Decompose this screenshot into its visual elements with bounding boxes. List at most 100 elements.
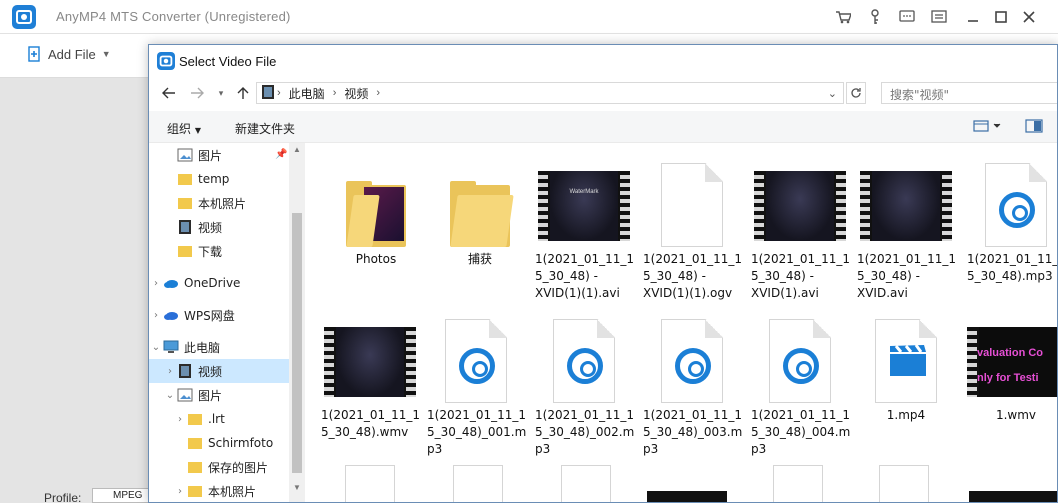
nav-item-saved-pictures[interactable]: 保存的图片 [149,455,289,479]
address-bar[interactable]: › 此电脑 › 视频 › ⌄ [256,82,844,104]
nav-item-temp[interactable]: temp [149,167,289,191]
new-folder-button[interactable]: 新建文件夹 [235,120,295,137]
preview-pane-icon[interactable] [1025,119,1043,136]
file-item-video[interactable]: WaterMark 1(2021_01_11_1 5_30_48) - XVID… [535,155,635,305]
file-item-audio[interactable]: 1(2021_01_11_1 5_30_48)_003.m p3 [643,311,742,461]
watermark-text: WaterMark [569,189,599,195]
app-title: AnyMP4 MTS Converter (Unregistered) [56,9,291,24]
key-icon[interactable] [864,6,886,28]
eval-text: valuation Co [977,347,1044,359]
feedback-icon[interactable] [896,6,918,28]
file-item-blank[interactable]: 1(2021_01_11_1 5_30_48) - XVID(1)(1).ogv [643,155,742,305]
nav-item-label: 下载 [198,244,223,259]
nav-item-label: OneDrive [184,276,241,290]
nav-scrollbar-thumb[interactable] [292,213,302,473]
file-item-partial[interactable] [345,465,395,502]
file-name: 1(2021_01_11_1 5_30_48) - XVID.avi [857,252,957,300]
back-arrow-icon[interactable] [159,84,179,102]
maximize-icon[interactable] [990,6,1012,28]
video-thumbnail [860,171,952,241]
nav-item-label: 本机照片 [208,484,257,499]
nav-item-videos-quick[interactable]: 视频 [149,215,289,239]
file-item-audio[interactable]: 1(2021_01_11_1 5_30_48)_001.m p3 [427,311,526,461]
profile-label: Profile: [44,491,82,503]
menu-icon[interactable] [928,6,950,28]
nav-item-this-pc[interactable]: ⌄ 此电脑 [149,335,289,359]
file-item-partial[interactable] [879,465,929,502]
view-options-icon[interactable] [973,119,1003,136]
chevron-right-icon[interactable]: › [163,366,177,377]
nav-item-label: Schirmfoto [208,436,274,450]
file-item-partial[interactable] [647,491,727,502]
file-item-partial[interactable] [561,465,611,502]
chevron-right-icon[interactable]: › [173,414,187,425]
file-name: 1(2021_01_11_1 5_30_48).mp3 [967,252,1058,283]
nav-item-downloads[interactable]: 下载 [149,239,289,263]
file-item-audio[interactable]: 1(2021_01_11_1 5_30_48)_004.m p3 [751,311,850,461]
chevron-down-icon: ▼ [101,49,111,59]
eval-text: nly for Testi [977,372,1039,384]
cart-icon[interactable] [832,6,854,28]
minimize-icon[interactable] [962,6,984,28]
refresh-icon[interactable] [846,82,866,104]
organize-button[interactable]: 组织 ▼ [167,120,201,137]
breadcrumb-videos[interactable]: 视频 [338,85,374,102]
scroll-up-icon[interactable]: ▲ [293,145,301,154]
file-item-video[interactable]: 1(2021_01_11_1 5_30_48).wmv [321,311,420,461]
chevron-right-icon[interactable]: › [149,310,163,321]
search-input[interactable]: 搜索"视频" [881,82,1057,104]
file-name: 1.wmv [995,408,1037,422]
nav-item-videos[interactable]: › 视频 [149,359,289,383]
file-item-partial[interactable] [453,465,503,502]
breadcrumb-this-pc[interactable]: 此电脑 [283,85,331,102]
forward-arrow-icon[interactable] [187,84,207,102]
up-arrow-icon[interactable] [233,84,253,102]
folder-icon [177,196,193,210]
nav-item-pictures[interactable]: ⌄ 图片 [149,383,289,407]
nav-item-label: 视频 [198,364,223,379]
chevron-down-icon[interactable]: ⌄ [149,342,163,353]
file-item-video[interactable]: 1(2021_01_11_1 5_30_48) - XVID(1).avi [751,155,850,305]
scroll-down-icon[interactable]: ▼ [293,483,301,492]
file-item-photos-folder[interactable]: Photos [327,155,425,305]
nav-item-local-photos-2[interactable]: › 本机照片 [149,479,289,502]
address-dropdown-icon[interactable]: ⌄ [828,87,837,100]
file-list: Photos 捕获 WaterMark 1(2021_01_11_1 5_30_… [307,143,1058,502]
pin-icon[interactable]: 📌 [275,149,287,160]
video-thumbnail: WaterMark [538,171,630,241]
chevron-down-icon[interactable]: ⌄ [163,390,177,401]
nav-item-schirmfoto[interactable]: Schirmfoto [149,431,289,455]
nav-item-wps-drive[interactable]: › WPS网盘 [149,303,289,327]
folder-icon [346,181,406,247]
add-file-button[interactable]: Add File ▼ [28,46,111,62]
nav-item-lrt[interactable]: › .lrt [149,407,289,431]
file-item-audio[interactable]: 1(2021_01_11_1 5_30_48)_002.m p3 [535,311,634,461]
nav-item-local-photos[interactable]: 本机照片 [149,191,289,215]
file-name: 1(2021_01_11_1 5_30_48) - XVID(1)(1).avi [535,252,635,300]
close-icon[interactable] [1018,6,1040,28]
profile-select[interactable]: MPEG [92,488,152,503]
nav-item-label: 视频 [198,220,223,235]
cloud-icon [163,276,179,290]
file-item-capture-folder[interactable]: 捕获 [431,155,529,305]
video-thumbnail [754,171,846,241]
file-item-partial[interactable] [773,465,823,502]
chevron-right-icon: › [277,87,281,99]
file-item-wmv-eval[interactable]: valuation Co nly for Testi 1.wmv [967,311,1057,461]
file-item-video[interactable]: 1(2021_01_11_1 5_30_48) - XVID.avi [857,155,957,305]
videos-icon [177,220,193,234]
chevron-right-icon[interactable]: › [149,278,163,289]
audio-file-icon [661,319,723,403]
chevron-right-icon[interactable]: › [173,486,187,497]
add-file-label: Add File [48,46,96,62]
file-item-mp4[interactable]: 1.mp4 [857,311,955,461]
nav-item-onedrive[interactable]: › OneDrive [149,271,289,295]
nav-item-label: temp [198,172,230,186]
file-item-partial[interactable] [969,491,1057,502]
blank-file-icon [661,163,723,247]
videos-icon [261,84,275,103]
recent-chevron-icon[interactable]: ▾ [211,84,231,102]
video-thumbnail [324,327,416,397]
file-item-audio[interactable]: 1(2021_01_11_1 5_30_48).mp3 [967,155,1058,305]
nav-item-pictures-quick[interactable]: 图片 📌 [149,143,289,167]
